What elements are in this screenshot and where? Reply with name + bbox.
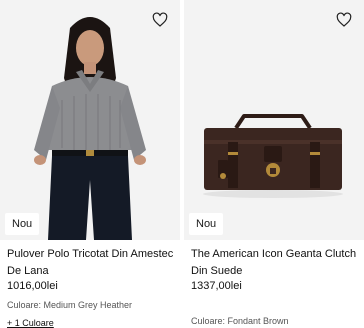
heart-outline-icon[interactable]: [152, 12, 168, 28]
new-badge: Nou: [5, 213, 40, 235]
product-price: 1016,00lei: [7, 280, 58, 292]
product-color: Culoare: Medium Grey Heather: [7, 300, 133, 310]
suede-clutch-illustration: [184, 0, 364, 240]
product-price: 1337,00lei: [191, 280, 242, 292]
product-image[interactable]: Nou: [184, 0, 364, 240]
product-card[interactable]: Nou Pulover Polo Tricotat Din Amestec De…: [0, 0, 180, 328]
model-sweater-illustration: [0, 0, 180, 240]
product-color: Culoare: Fondant Brown: [191, 316, 289, 326]
product-title[interactable]: The American Icon Geanta Clutch Din Sued…: [191, 246, 361, 280]
product-image[interactable]: Nou: [0, 0, 180, 240]
more-colors-link[interactable]: + 1 Culoare: [7, 318, 54, 328]
product-title[interactable]: Pulover Polo Tricotat Din Amestec De Lan…: [7, 246, 177, 280]
new-badge: Nou: [189, 213, 224, 235]
product-card[interactable]: Nou The American Icon Geanta Clutch Din …: [184, 0, 364, 328]
heart-outline-icon[interactable]: [336, 12, 352, 28]
